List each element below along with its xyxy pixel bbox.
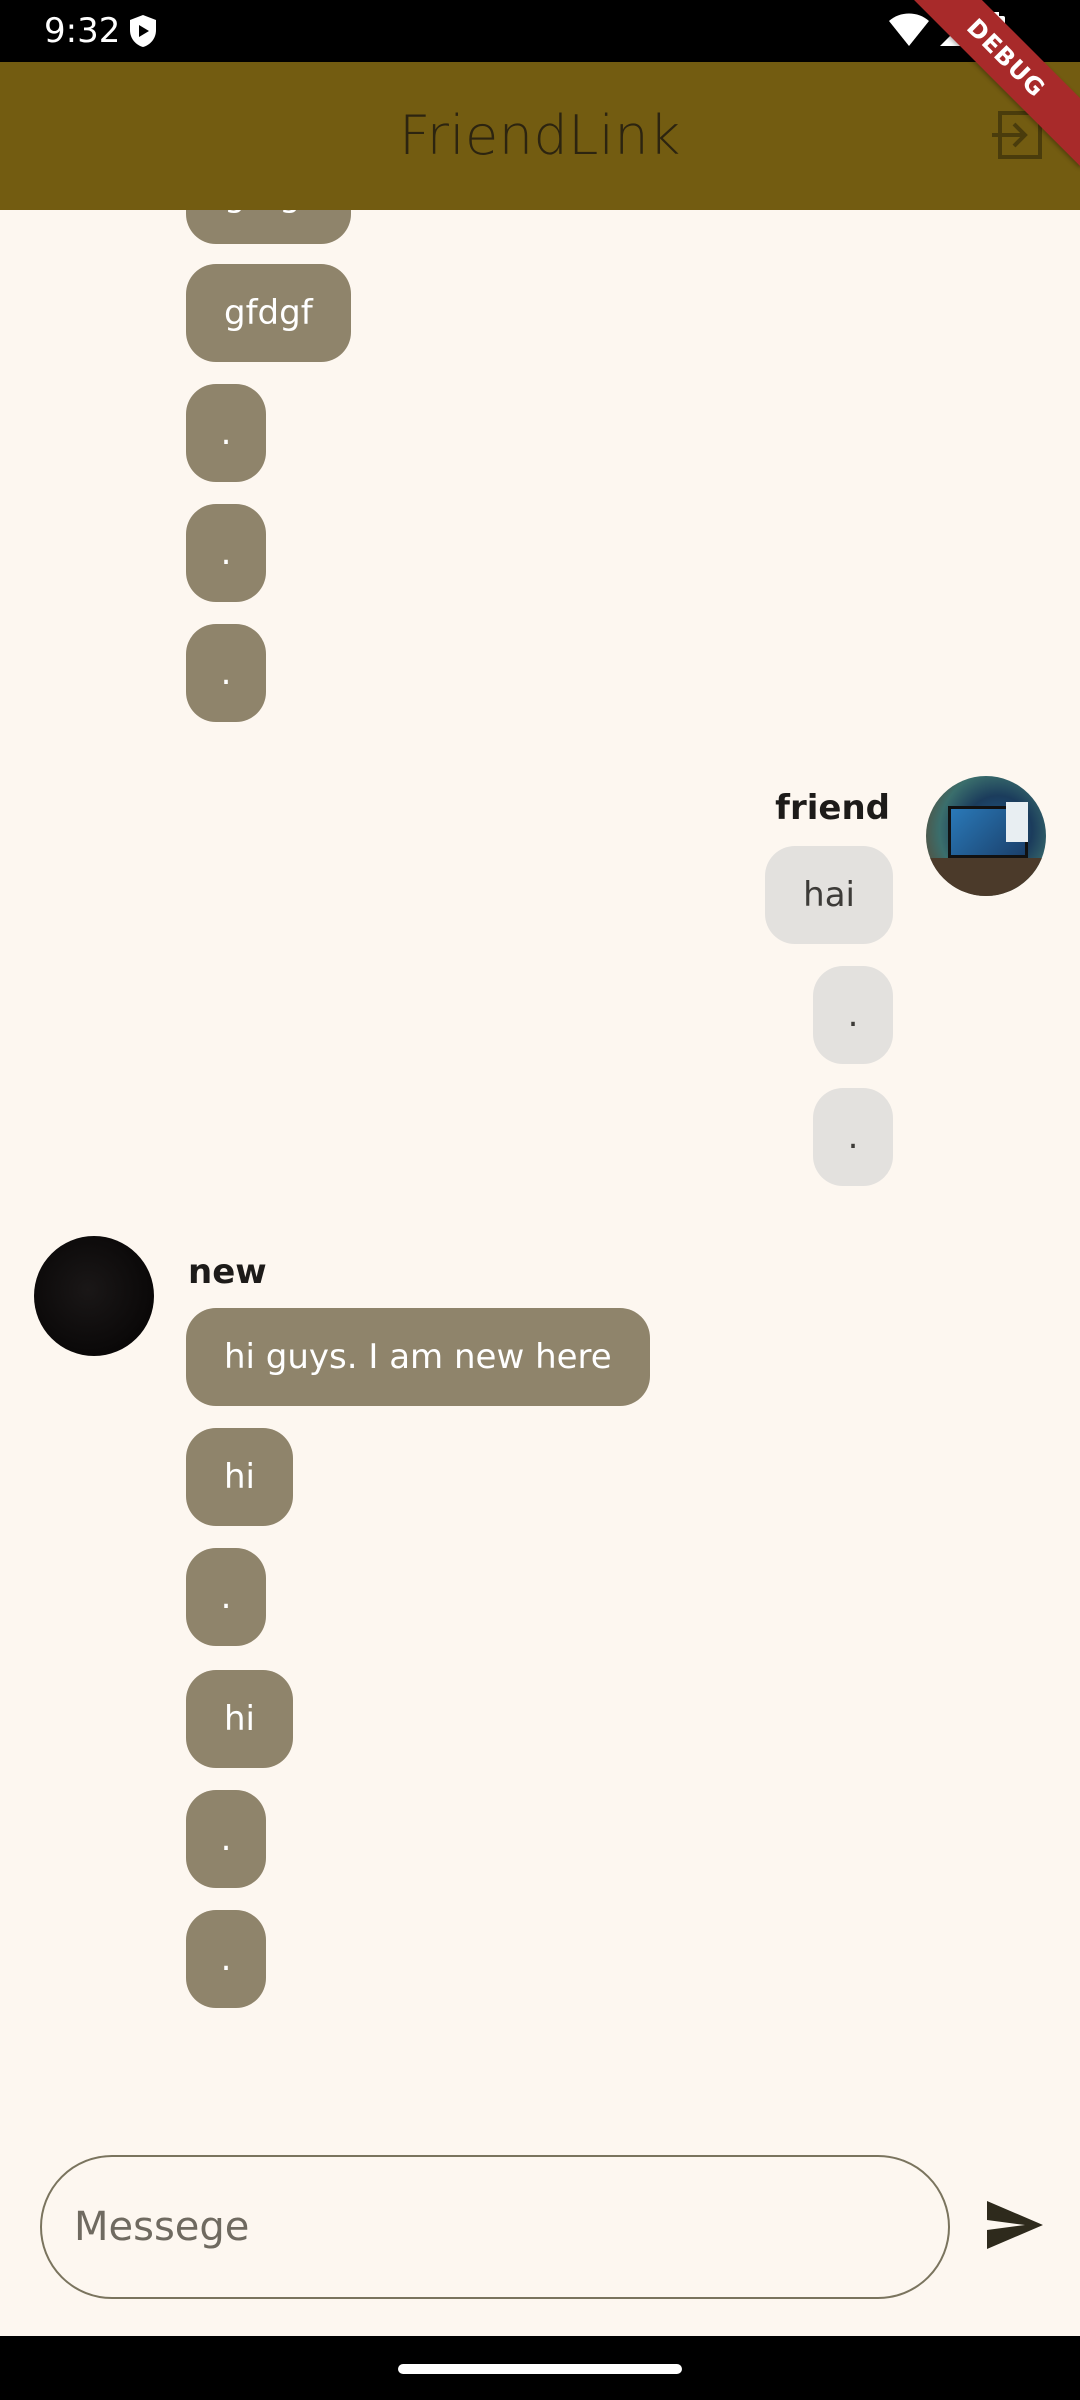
send-button[interactable] bbox=[980, 2194, 1050, 2260]
new-user-avatar[interactable] bbox=[34, 1236, 154, 1356]
message-bubble: . bbox=[186, 504, 266, 602]
send-icon bbox=[985, 2199, 1045, 2255]
shield-icon bbox=[128, 14, 158, 52]
message-bubble: hai bbox=[765, 846, 893, 944]
friend-avatar[interactable] bbox=[926, 776, 1046, 896]
sender-name: friend bbox=[775, 788, 890, 828]
message-input[interactable] bbox=[40, 2155, 950, 2299]
wifi-icon bbox=[888, 12, 930, 52]
message-bubble: gfdgf bbox=[186, 210, 351, 244]
status-bar: 9:32 bbox=[0, 0, 1080, 62]
message-bubble: hi bbox=[186, 1428, 293, 1526]
app-title: FriendLink bbox=[399, 104, 681, 167]
sender-name: new bbox=[188, 1252, 267, 1292]
chat-list[interactable]: gfdgf gfdgf . . . friend hai . . new hi … bbox=[0, 210, 1080, 2140]
home-handle[interactable] bbox=[398, 2364, 682, 2374]
message-bubble: hi bbox=[186, 1670, 293, 1768]
message-bubble: . bbox=[813, 1088, 893, 1186]
message-bubble: gfdgf bbox=[186, 264, 351, 362]
message-bubble: . bbox=[186, 384, 266, 482]
message-bubble: . bbox=[186, 1790, 266, 1888]
nav-bar bbox=[0, 2336, 1080, 2400]
message-bubble: . bbox=[186, 1548, 266, 1646]
message-bubble: . bbox=[813, 966, 893, 1064]
message-bubble: hi guys. I am new here bbox=[186, 1308, 650, 1406]
composer bbox=[0, 2140, 1080, 2336]
status-time: 9:32 bbox=[44, 11, 121, 51]
message-bubble: . bbox=[186, 624, 266, 722]
app-bar: FriendLink bbox=[0, 62, 1080, 210]
message-bubble: . bbox=[186, 1910, 266, 2008]
